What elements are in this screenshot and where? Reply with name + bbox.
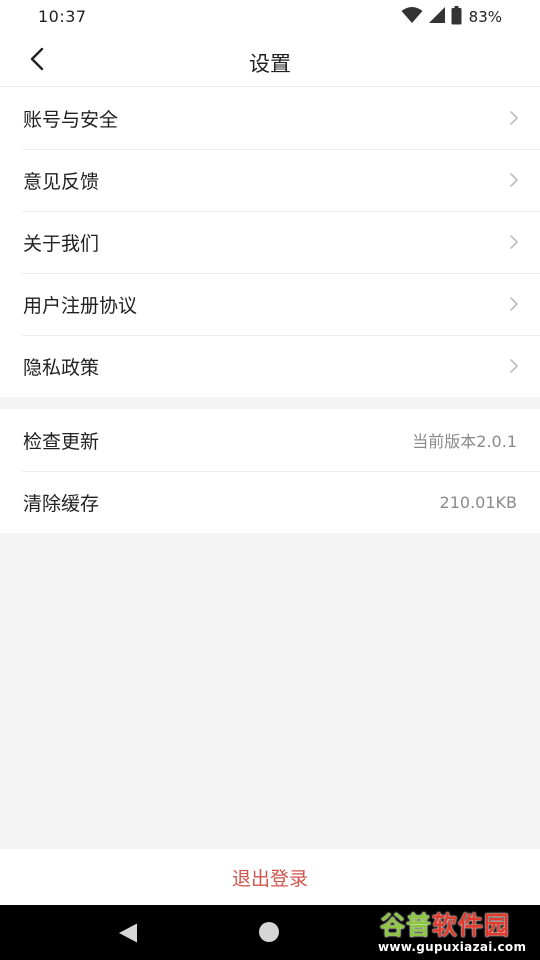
watermark-url: www.gupuxiazai.com (378, 940, 527, 954)
chevron-right-icon (508, 357, 520, 375)
watermark-title-part2: 软件园 (432, 911, 511, 940)
nav-home-icon[interactable] (259, 922, 279, 942)
row-check-update[interactable]: 检查更新 当前版本2.0.1 (0, 409, 540, 471)
status-bar: 10:37 83% (0, 0, 540, 36)
chevron-right-icon (508, 171, 520, 189)
status-icons: 83% (401, 5, 502, 29)
row-about-us[interactable]: 关于我们 (0, 211, 540, 273)
row-label: 关于我们 (23, 232, 100, 255)
logout-button[interactable]: 退出登录 (0, 849, 540, 905)
logout-label: 退出登录 (231, 867, 308, 890)
title-bar: 设置 (0, 36, 540, 87)
row-label: 隐私政策 (23, 356, 100, 379)
watermark-title-part1: 谷普 (380, 911, 433, 940)
settings-list-main: 账号与安全 意见反馈 关于我们 用户注册协议 隐私政策 (0, 87, 540, 397)
row-privacy-policy[interactable]: 隐私政策 (0, 335, 540, 397)
status-time: 10:37 (38, 7, 87, 26)
row-clear-cache[interactable]: 清除缓存 210.01KB (0, 471, 540, 533)
row-feedback[interactable]: 意见反馈 (0, 149, 540, 211)
watermark-logo: 谷普软件园 www.gupuxiazai.com (372, 905, 540, 960)
battery-icon (451, 5, 462, 29)
row-label: 意见反馈 (23, 170, 100, 193)
row-user-agreement[interactable]: 用户注册协议 (0, 273, 540, 335)
cell-signal-icon (428, 6, 446, 28)
wifi-icon (401, 6, 423, 28)
cache-size-value: 210.01KB (439, 492, 517, 512)
row-label: 检查更新 (23, 430, 100, 453)
row-label: 清除缓存 (23, 492, 100, 515)
watermark-title: 谷普软件园 (380, 906, 510, 942)
row-account-security[interactable]: 账号与安全 (0, 87, 540, 149)
battery-percent: 83% (468, 8, 502, 26)
row-label: 账号与安全 (23, 108, 119, 131)
row-label: 用户注册协议 (23, 294, 138, 317)
current-version-value: 当前版本2.0.1 (412, 432, 517, 451)
chevron-right-icon (508, 295, 520, 313)
settings-list-system: 检查更新 当前版本2.0.1 清除缓存 210.01KB (0, 409, 540, 533)
chevron-right-icon (508, 109, 520, 127)
nav-back-icon[interactable] (118, 923, 138, 943)
chevron-right-icon (508, 233, 520, 251)
page-title: 设置 (249, 52, 291, 76)
